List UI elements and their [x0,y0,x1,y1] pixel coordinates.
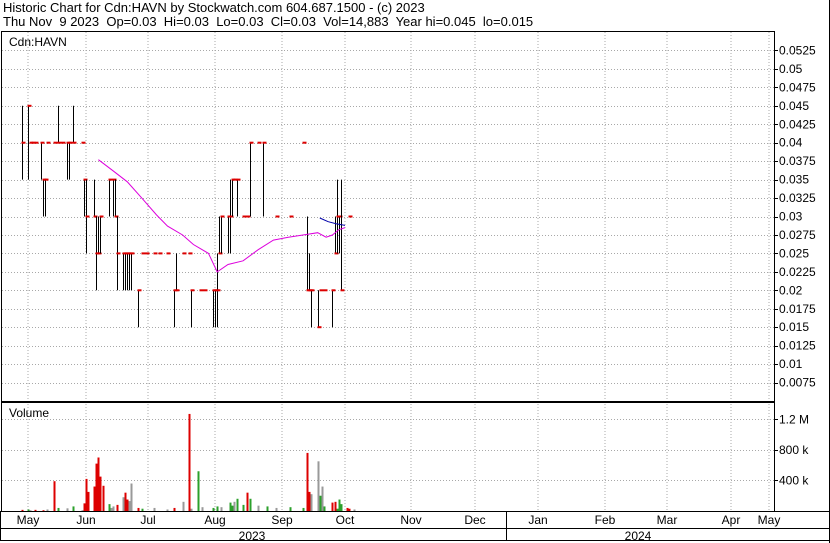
month-label: Jul [140,513,155,527]
price-tick-label: 0.0175 [779,302,816,316]
price-tick-label: 0.0125 [779,339,816,353]
volume-panel-label: Volume [9,406,49,420]
month-label: Feb [595,513,616,527]
month-label: May [758,513,781,527]
price-tick-label: 0.05 [779,62,803,76]
year-label: 2024 [625,529,652,543]
year-label: 2023 [239,529,266,543]
price-tick-label: 0.03 [779,210,803,224]
price-tick-label: 0.01 [779,357,803,371]
price-tick-label: 0.0225 [779,265,816,279]
month-label: Sep [271,513,293,527]
volume-tick-label: 1.2 M [779,412,809,426]
price-tick-label: 0.02 [779,283,803,297]
month-label: Oct [336,513,355,527]
price-tick-label: 0.04 [779,136,803,150]
month-label: Dec [464,513,485,527]
month-label: Aug [204,513,225,527]
volume-tick-label: 800 k [779,443,809,457]
price-tick-label: 0.035 [779,173,809,187]
price-panel-label: Cdn:HAVN [9,35,67,49]
price-tick-label: 0.025 [779,246,809,260]
month-label: May [17,513,40,527]
price-tick-label: 0.0325 [779,191,816,205]
price-tick-label: 0.0525 [779,43,816,57]
price-tick-label: 0.0075 [779,376,816,390]
month-label: Nov [400,513,421,527]
month-label: Mar [657,513,678,527]
price-tick-label: 0.0375 [779,154,816,168]
month-label: Jan [528,513,547,527]
volume-tick-label: 400 k [779,473,809,487]
stock-chart: 0.0525 0.05 0.0475 0.045 0.0425 0.04 0.0375 0.0… [0,0,830,543]
month-label: Apr [722,513,741,527]
price-tick-label: 0.015 [779,320,809,334]
price-tick-label: 0.0425 [779,117,816,131]
month-label: Jun [76,513,95,527]
volume-panel-frame [1,402,775,512]
price-tick-label: 0.045 [779,99,809,113]
price-tick-label: 0.0475 [779,80,816,94]
price-tick-label: 0.0275 [779,228,816,242]
